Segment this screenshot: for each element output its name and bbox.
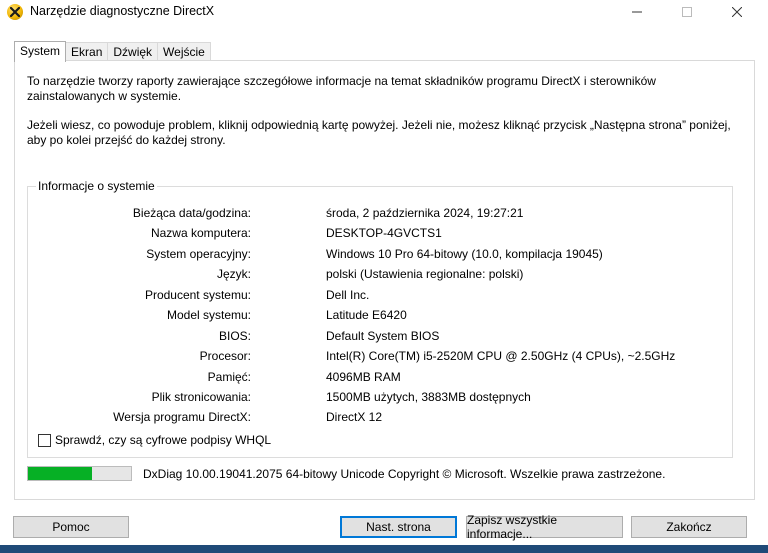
info-label: Model systemu: xyxy=(166,308,251,322)
info-row-memory: Pamięć: 4096MB RAM xyxy=(28,370,728,388)
intro-paragraph-2: Jeżeli wiesz, co powoduje problem, klikn… xyxy=(27,118,731,147)
whql-checkbox-label[interactable]: Sprawdź, czy są cyfrowe podpisy WHQL xyxy=(55,433,271,447)
info-value: Dell Inc. xyxy=(326,288,370,302)
next-page-button[interactable]: Nast. strona xyxy=(340,516,457,538)
info-value: Latitude E6420 xyxy=(326,308,407,322)
info-row-model: Model systemu: Latitude E6420 xyxy=(28,308,728,326)
exit-button[interactable]: Zakończ xyxy=(631,516,747,538)
info-label: Język: xyxy=(216,267,251,281)
info-label: Producent systemu: xyxy=(144,288,251,302)
info-value: 4096MB RAM xyxy=(326,370,401,384)
tab-input[interactable]: Wejście xyxy=(157,42,211,62)
info-label: Nazwa komputera: xyxy=(150,226,251,240)
desktop-background-strip xyxy=(0,545,768,553)
info-label: Procesor: xyxy=(199,349,251,363)
info-label: Plik stronicowania: xyxy=(151,390,251,404)
minimize-icon xyxy=(632,11,642,13)
info-row-computer-name: Nazwa komputera: DESKTOP-4GVCTS1 xyxy=(28,226,728,244)
info-row-datetime: Bieżąca data/godzina: środa, 2 październ… xyxy=(28,206,728,224)
whql-checkbox-row[interactable]: Sprawdź, czy są cyfrowe podpisy WHQL xyxy=(38,432,271,448)
info-value: DirectX 12 xyxy=(326,410,383,424)
window-title: Narzędzie diagnostyczne DirectX xyxy=(30,4,215,18)
info-value: DESKTOP-4GVCTS1 xyxy=(326,226,442,240)
save-all-info-button[interactable]: Zapisz wszystkie informacje... xyxy=(466,513,623,541)
info-value: 1500MB użytych, 3883MB dostępnych xyxy=(326,390,531,404)
title-bar[interactable]: Narzędzie diagnostyczne DirectX xyxy=(0,0,768,24)
info-row-directx-version: Wersja programu DirectX: DirectX 12 xyxy=(28,410,728,428)
maximize-icon xyxy=(682,7,692,17)
tab-display[interactable]: Ekran xyxy=(65,42,109,62)
info-value: Windows 10 Pro 64-bitowy (10.0, kompilac… xyxy=(326,247,603,261)
minimize-button[interactable] xyxy=(614,0,660,24)
info-label: BIOS: xyxy=(218,329,251,343)
info-label: Bieżąca data/godzina: xyxy=(132,206,251,220)
close-icon xyxy=(732,7,742,17)
system-info-group: Bieżąca data/godzina: środa, 2 październ… xyxy=(27,186,733,458)
info-row-processor: Procesor: Intel(R) Core(TM) i5-2520M CPU… xyxy=(28,349,728,367)
info-value: polski (Ustawienia regionalne: polski) xyxy=(326,267,524,281)
tab-system[interactable]: System xyxy=(14,41,67,62)
info-value: Default System BIOS xyxy=(326,329,440,343)
directx-app-icon xyxy=(7,4,23,20)
copyright-text: DxDiag 10.00.19041.2075 64-bitowy Unicod… xyxy=(143,467,666,481)
intro-text: To narzędzie tworzy raporty zawierające … xyxy=(27,74,732,162)
tab-bar: System Ekran Dźwięk Wejście xyxy=(14,41,211,62)
whql-checkbox[interactable] xyxy=(38,433,51,447)
progress-fill xyxy=(28,467,92,480)
info-row-page-file: Plik stronicowania: 1500MB użytych, 3883… xyxy=(28,390,728,408)
info-value: środa, 2 października 2024, 19:27:21 xyxy=(326,206,524,220)
info-row-bios: BIOS: Default System BIOS xyxy=(28,329,728,347)
help-button[interactable]: Pomoc xyxy=(13,516,129,538)
info-label: Wersja programu DirectX: xyxy=(113,410,251,424)
maximize-button[interactable] xyxy=(664,0,710,24)
intro-paragraph-1: To narzędzie tworzy raporty zawierające … xyxy=(27,74,656,103)
info-row-manufacturer: Producent systemu: Dell Inc. xyxy=(28,288,728,306)
info-row-os: System operacyjny: Windows 10 Pro 64-bit… xyxy=(28,247,728,265)
tab-sound[interactable]: Dźwięk xyxy=(107,42,159,62)
info-label: Pamięć: xyxy=(207,370,251,384)
progress-bar xyxy=(27,466,132,481)
system-info-legend: Informacje o systemie xyxy=(36,179,157,193)
info-row-language: Język: polski (Ustawienia regionalne: po… xyxy=(28,267,728,285)
close-button[interactable] xyxy=(714,0,760,24)
info-value: Intel(R) Core(TM) i5-2520M CPU @ 2.50GHz… xyxy=(326,349,676,363)
info-label: System operacyjny: xyxy=(146,247,251,261)
